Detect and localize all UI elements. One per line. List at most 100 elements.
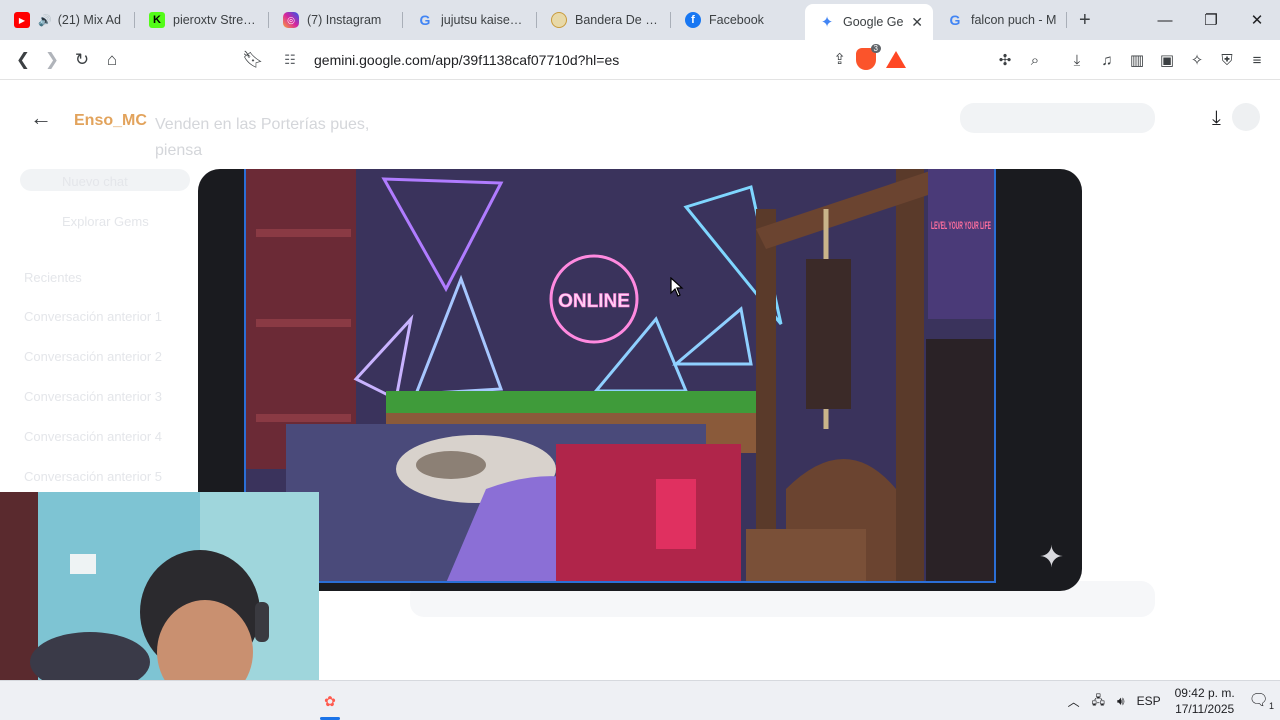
- tab-title: pieroxtv Stream: [173, 13, 259, 27]
- downloads-icon[interactable]: ⤓: [1062, 45, 1092, 75]
- back-arrow-icon[interactable]: ←: [30, 105, 52, 131]
- avatar[interactable]: [1232, 103, 1260, 131]
- close-window-icon[interactable]: ✕: [1234, 0, 1280, 40]
- media-icon[interactable]: ♫: [1092, 45, 1122, 75]
- room-illustration: ONLINE LEVEL YOUR YOUR LIFE: [246, 169, 994, 581]
- pink-box-detail: [656, 479, 696, 549]
- tab-google-jujutsu[interactable]: G jujutsu kaisen p: [403, 0, 537, 40]
- shields-count: 3: [870, 44, 881, 53]
- neon-sign-text: ONLINE: [558, 291, 630, 312]
- ghost-text: Conversación anterior 4: [24, 429, 163, 444]
- brave-shields-icon[interactable]: 3: [856, 44, 881, 70]
- gemini-sparkle-icon: ✦: [1038, 541, 1064, 574]
- vpn-icon[interactable]: ⛨: [1212, 45, 1242, 75]
- home-icon[interactable]: ⌂: [97, 45, 127, 75]
- bookmark-icon[interactable]: 🔖︎: [238, 45, 268, 75]
- shelf-board: [256, 319, 351, 327]
- tab-bandera[interactable]: Bandera De Juj: [537, 0, 671, 40]
- tab-kick[interactable]: K pieroxtv Stream: [135, 0, 269, 40]
- tab-title: falcon puch - M: [971, 13, 1057, 27]
- share-icon[interactable]: ⇪: [833, 50, 846, 68]
- chat-user-name: Enso_MC: [74, 112, 147, 129]
- notifications-icon[interactable]: 🗨︎1: [1243, 690, 1280, 711]
- room-photo: ONLINE LEVEL YOUR YOUR LIFE: [244, 169, 996, 583]
- tab-title: Google Ge: [843, 15, 904, 29]
- ghost-text: Conversación anterior 3: [24, 389, 163, 404]
- flag-icon: [551, 12, 567, 28]
- tab-facebook[interactable]: f Facebook: [671, 0, 805, 40]
- site-settings-icon[interactable]: ☷: [276, 52, 304, 68]
- ghost-text: Conversación anterior 2: [24, 349, 163, 364]
- back-icon[interactable]: ❮: [8, 45, 38, 75]
- ghost-text: Recientes: [24, 270, 82, 285]
- shelf-board: [256, 229, 351, 237]
- taskbar-app-icon[interactable]: ✿: [318, 681, 342, 720]
- youtube-icon: ▶: [14, 12, 30, 28]
- mouse-cursor: [670, 277, 684, 297]
- tab-title: (21) Mix Ad: [57, 13, 121, 27]
- ghost-text: Nuevo chat: [62, 174, 128, 189]
- gemini-icon: ✦: [820, 14, 834, 31]
- tab-title: Facebook: [709, 13, 764, 27]
- menu-icon[interactable]: ≡: [1242, 45, 1272, 75]
- webcam-headphones: [255, 602, 269, 642]
- network-icon[interactable]: 🖧︎: [1086, 691, 1111, 712]
- ghost-text: Conversación anterior 1: [24, 309, 163, 324]
- new-tab-button[interactable]: +: [1079, 9, 1091, 32]
- ghost-text: Conversación anterior 5: [24, 469, 163, 484]
- wood-post: [896, 169, 924, 581]
- instagram-icon: ◎: [283, 12, 299, 28]
- ghost-text: Explorar Gems: [62, 214, 149, 229]
- volume-icon[interactable]: 🔊︎: [1111, 694, 1131, 709]
- language-indicator[interactable]: ESP: [1131, 694, 1167, 708]
- ghost-top-button: [960, 103, 1155, 133]
- extensions-icon[interactable]: ✣: [990, 45, 1020, 75]
- taskbar: ✿ ︿ 🖧︎ 🔊︎ ESP 09:42 p. m. 17/11/2025 🗨︎1: [0, 680, 1280, 720]
- dark-panel: [926, 339, 994, 581]
- tab-search-icon[interactable]: ⌕: [1020, 45, 1050, 75]
- browser-toolbar: ❮ ❯ ↻ ⌂ 🔖︎ ☷ gemini.google.com/app/39f11…: [0, 40, 1280, 80]
- tab-gemini[interactable]: ✦ Google Ge ✕: [805, 4, 933, 40]
- clock-date: 17/11/2025: [1175, 702, 1235, 716]
- minimize-icon[interactable]: —: [1142, 0, 1188, 40]
- webcam-paper: [70, 554, 96, 574]
- close-tab-icon[interactable]: ✕: [911, 14, 923, 31]
- wood-step: [746, 529, 866, 581]
- tab-title: (7) Instagram: [307, 13, 382, 27]
- poster-text: LEVEL YOUR YOUR LIFE: [931, 220, 991, 232]
- sidebar-icon[interactable]: ▥: [1122, 45, 1152, 75]
- restore-icon[interactable]: ❐: [1188, 0, 1234, 40]
- image-viewer[interactable]: ONLINE LEVEL YOUR YOUR LIFE ✦: [198, 169, 1082, 591]
- kick-icon: K: [149, 12, 165, 28]
- pink-box: [556, 444, 741, 581]
- tab-strip: ▶ 🔊 (21) Mix Ad K pieroxtv Stream ◎ (7) …: [0, 0, 1280, 40]
- address-bar[interactable]: ☷ gemini.google.com/app/39f1138caf07710d…: [276, 44, 910, 76]
- clock-time: 09:42 p. m.: [1174, 686, 1235, 700]
- extension-tools: ✣ ⌕ ⤓ ♫ ▥ ▣ ✧ ⛨ ≡: [990, 45, 1272, 75]
- facebook-icon: f: [685, 12, 701, 28]
- grass-strip: [386, 391, 766, 413]
- url-text: gemini.google.com/app/39f1138caf07710d?h…: [314, 52, 620, 68]
- hanging-board: [806, 259, 851, 409]
- tab-youtube[interactable]: ▶ 🔊 (21) Mix Ad: [0, 0, 135, 40]
- shelf-board: [256, 414, 351, 422]
- forward-icon[interactable]: ❯: [37, 45, 67, 75]
- address-bar-actions: ⇪ 3: [833, 44, 906, 70]
- reload-icon[interactable]: ↻: [67, 45, 97, 75]
- brave-rewards-icon[interactable]: [886, 50, 906, 68]
- tab-title: jujutsu kaisen p: [441, 13, 527, 27]
- chat-message: Venden en las Porterías pues, piensa: [155, 116, 370, 159]
- wallet-icon[interactable]: ▣: [1152, 45, 1182, 75]
- speaker-icon[interactable]: 🔊: [38, 14, 52, 27]
- google-icon: G: [949, 12, 961, 28]
- notification-count: 1: [1268, 701, 1274, 712]
- google-icon: G: [419, 12, 431, 28]
- tray-overflow-icon[interactable]: ︿: [1062, 693, 1086, 710]
- anime-poster: [928, 169, 994, 319]
- tab-instagram[interactable]: ◎ (7) Instagram: [269, 0, 403, 40]
- download-icon[interactable]: ⤓: [1212, 107, 1221, 130]
- leo-ai-icon[interactable]: ✧: [1182, 45, 1212, 75]
- tab-google-falcon[interactable]: G falcon puch - M: [933, 0, 1067, 40]
- clock[interactable]: 09:42 p. m. 17/11/2025: [1167, 685, 1243, 717]
